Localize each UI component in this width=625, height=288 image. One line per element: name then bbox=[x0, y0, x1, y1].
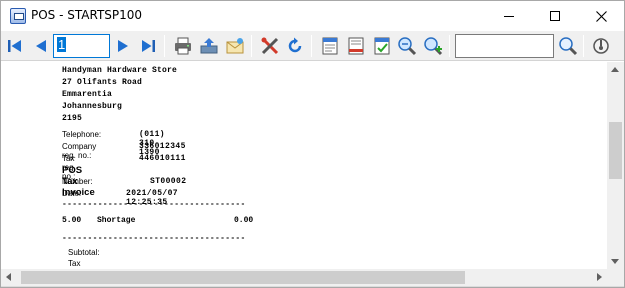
scrollbar-corner bbox=[607, 269, 624, 286]
refresh-button[interactable] bbox=[283, 34, 307, 58]
search-button[interactable] bbox=[556, 34, 580, 58]
close-icon bbox=[595, 10, 607, 22]
tools-button[interactable] bbox=[258, 34, 282, 58]
email-icon bbox=[226, 38, 244, 54]
address-line: Johannesburg bbox=[62, 102, 123, 111]
window-title: POS - STARTSP100 bbox=[31, 8, 143, 22]
close-button[interactable] bbox=[578, 1, 624, 31]
store-name: Handyman Hardware Store bbox=[62, 66, 178, 75]
postal-code: 2195 bbox=[62, 114, 83, 123]
maximize-button[interactable] bbox=[532, 1, 578, 31]
preview-toolbar: 1 bbox=[1, 31, 624, 61]
close-preview-button[interactable] bbox=[589, 34, 613, 58]
search-input[interactable] bbox=[455, 34, 554, 58]
telephone-label: Telephone: bbox=[62, 130, 102, 139]
vertical-scroll-thumb[interactable] bbox=[609, 122, 622, 179]
close-preview-icon bbox=[593, 38, 609, 54]
horizontal-scrollbar[interactable] bbox=[1, 269, 607, 286]
tax-percent-label: Tax % : bbox=[68, 259, 81, 269]
one-page-button[interactable] bbox=[318, 34, 342, 58]
refresh-icon bbox=[288, 37, 302, 53]
prev-page-icon bbox=[36, 40, 46, 52]
vertical-scrollbar[interactable] bbox=[607, 62, 624, 269]
page-number-value: 1 bbox=[57, 37, 67, 52]
toolbar-separator bbox=[311, 35, 312, 57]
one-page-icon bbox=[322, 37, 338, 55]
email-button[interactable] bbox=[223, 34, 247, 58]
pos-window: POS - STARTSP100 1 Handyman Hardware Sto… bbox=[0, 0, 625, 288]
number-value: ST00002 bbox=[150, 177, 187, 186]
scroll-up-icon[interactable] bbox=[611, 67, 619, 72]
tax-reg-value: 446010111 bbox=[139, 154, 186, 163]
search-icon bbox=[559, 37, 578, 56]
page-setup-button[interactable] bbox=[370, 34, 394, 58]
first-page-icon bbox=[8, 40, 21, 52]
number-label: Number: bbox=[62, 177, 93, 186]
separator-line: ------------------------------------ bbox=[62, 234, 246, 243]
company-reg-value: 336012345 bbox=[139, 142, 186, 151]
next-page-icon bbox=[118, 40, 128, 52]
prev-page-button[interactable] bbox=[29, 34, 53, 58]
item-amount: 0.00 bbox=[234, 216, 254, 225]
export-icon bbox=[200, 38, 218, 54]
print-button[interactable] bbox=[171, 34, 195, 58]
minimize-button[interactable] bbox=[486, 1, 532, 31]
minimize-icon bbox=[504, 15, 514, 17]
item-description: Shortage bbox=[97, 216, 136, 225]
toolbar-separator bbox=[251, 35, 252, 57]
toolbar-separator bbox=[583, 35, 584, 57]
scroll-right-icon[interactable] bbox=[597, 273, 602, 281]
two-page-button[interactable] bbox=[344, 34, 368, 58]
date-label: Date: bbox=[62, 189, 82, 198]
item-qty: 5.00 bbox=[62, 216, 82, 225]
first-page-button[interactable] bbox=[3, 34, 27, 58]
next-page-button[interactable] bbox=[111, 34, 135, 58]
zoom-in-icon bbox=[424, 37, 443, 56]
address-line: 27 Olifants Road bbox=[62, 78, 143, 87]
zoom-out-icon bbox=[398, 37, 417, 56]
last-page-button[interactable] bbox=[136, 34, 160, 58]
zoom-out-button[interactable] bbox=[395, 34, 419, 58]
zoom-in-button[interactable] bbox=[421, 34, 445, 58]
maximize-icon bbox=[550, 11, 560, 21]
page-number-input[interactable]: 1 bbox=[53, 34, 110, 58]
export-button[interactable] bbox=[197, 34, 221, 58]
last-page-icon bbox=[142, 40, 155, 52]
toolbar-separator bbox=[164, 35, 165, 57]
subtotal-label: Subtotal: bbox=[68, 248, 100, 257]
scroll-left-icon[interactable] bbox=[6, 273, 11, 281]
print-icon bbox=[175, 37, 191, 55]
app-icon bbox=[10, 8, 26, 24]
page-setup-icon bbox=[374, 37, 390, 55]
address-line: Emmarentia bbox=[62, 90, 113, 99]
scroll-down-icon[interactable] bbox=[611, 259, 619, 264]
report-preview-area: Handyman Hardware Store 27 Olifants Road… bbox=[1, 62, 607, 269]
toolbar-separator bbox=[449, 35, 450, 57]
two-page-icon bbox=[348, 37, 364, 55]
horizontal-scroll-thumb[interactable] bbox=[21, 271, 465, 284]
title-bar: POS - STARTSP100 bbox=[1, 1, 624, 31]
separator-line: ------------------------------------ bbox=[62, 200, 246, 209]
tools-icon bbox=[261, 37, 279, 55]
